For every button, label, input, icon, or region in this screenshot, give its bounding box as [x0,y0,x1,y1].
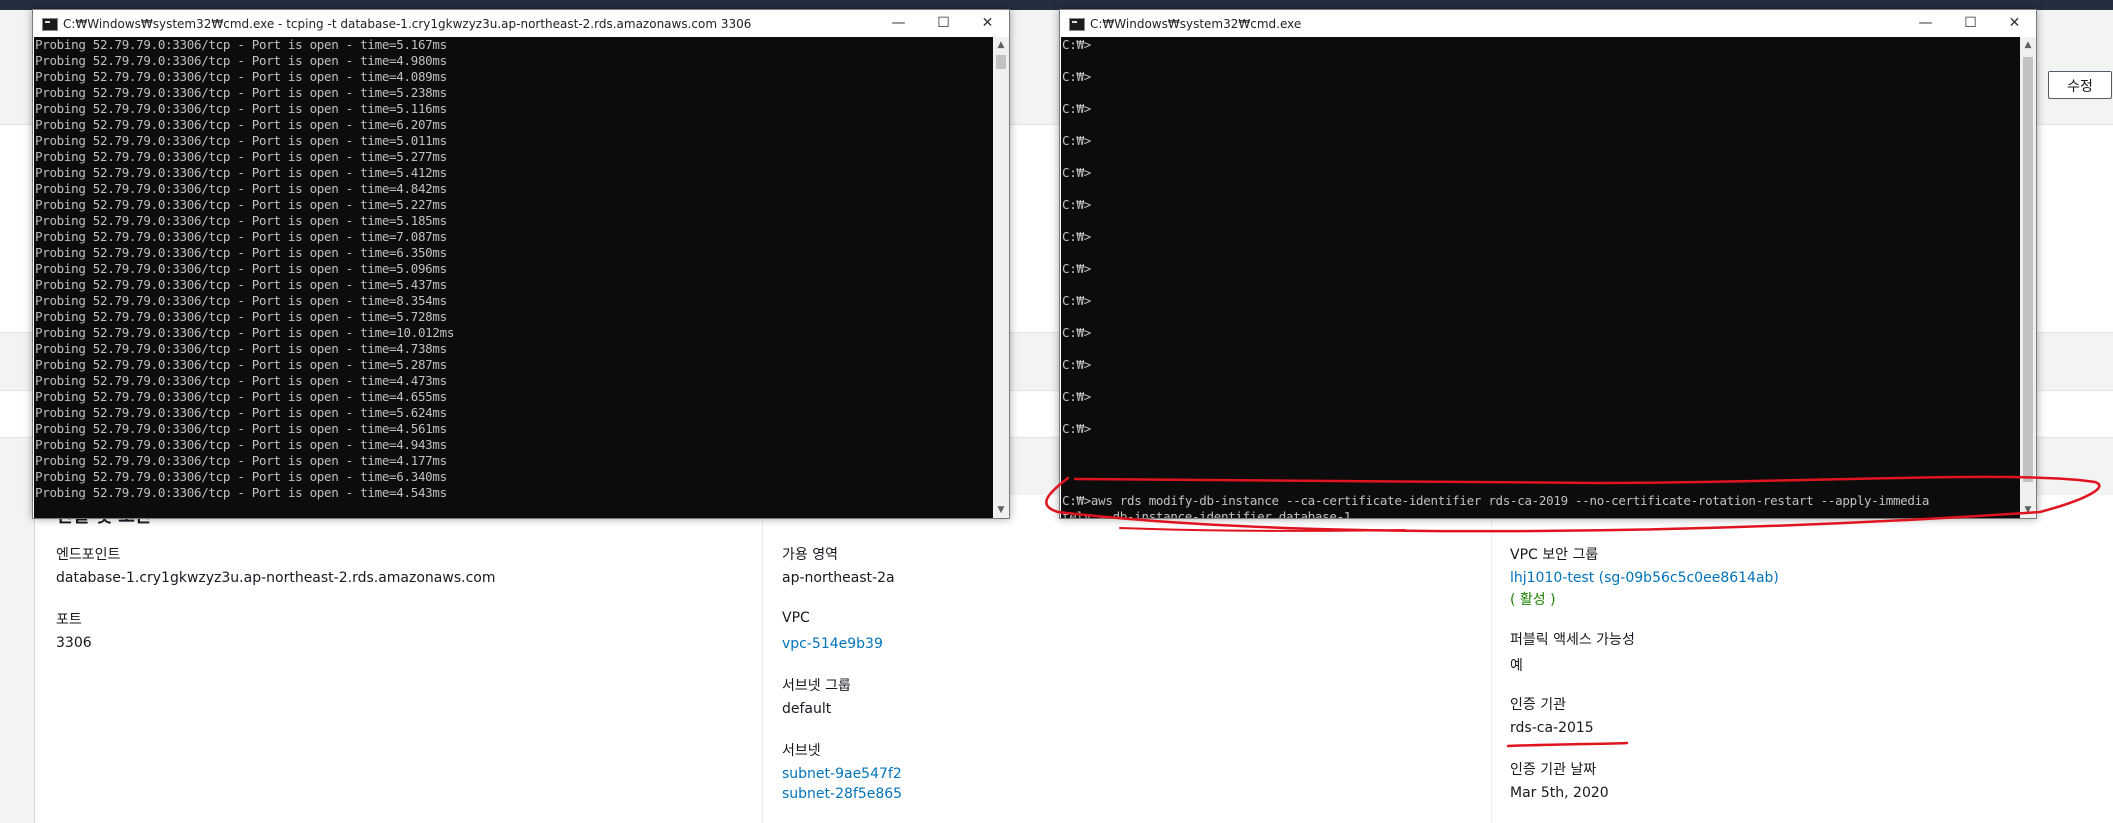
console-line: Probing 52.79.79.0:3306/tcp - Port is op… [35,149,447,164]
console-line: Probing 52.79.79.0:3306/tcp - Port is op… [35,213,447,228]
aws-command-line: C:₩>aws rds modify-db-instance --ca-cert… [1062,493,1930,508]
subnet-link[interactable]: subnet-9ae547f2 [782,766,902,782]
console-line: Probing 52.79.79.0:3306/tcp - Port is op… [35,245,447,260]
title-bar[interactable]: C:₩Windows₩system32₩cmd.exe — ☐ ✕ [1060,10,2036,37]
availability-zone-value: ap-northeast-2a [782,570,895,586]
scroll-down-icon[interactable]: ▼ [2020,502,2036,518]
endpoint-label: 엔드포인트 [56,547,121,563]
close-button[interactable]: ✕ [965,10,1010,37]
console-line: C:₩> [1062,389,1091,404]
subnet-group-label: 서브넷 그룹 [782,678,851,694]
vertical-scrollbar[interactable]: ▲ ▼ [993,37,1009,518]
console-line: Probing 52.79.79.0:3306/tcp - Port is op… [35,293,447,308]
close-button[interactable]: ✕ [1992,10,2037,37]
console-line: C:₩> [1062,101,1091,116]
console-line: Probing 52.79.79.0:3306/tcp - Port is op… [35,309,447,324]
cmd-window-tcping: C:₩Windows₩system32₩cmd.exe - tcping -t … [32,9,1010,519]
scroll-thumb[interactable] [2023,57,2033,482]
console-line: C:₩> [1062,421,1091,436]
console-line: Probing 52.79.79.0:3306/tcp - Port is op… [35,469,447,484]
console-line: Probing 52.79.79.0:3306/tcp - Port is op… [35,437,447,452]
edit-button[interactable]: 수정 [2048,71,2112,99]
console-line: Probing 52.79.79.0:3306/tcp - Port is op… [35,373,447,388]
console-line: Probing 52.79.79.0:3306/tcp - Port is op… [35,101,447,116]
connectivity-security-card [34,495,2113,823]
public-access-value: 예 [1510,658,1523,674]
vpc-link[interactable]: vpc-514e9b39 [782,636,883,652]
console-line: C:₩> [1062,261,1091,276]
maximize-button[interactable]: ☐ [921,10,966,37]
cmd-window-aws-cli: C:₩Windows₩system32₩cmd.exe — ☐ ✕ C:₩> C:… [1059,9,2037,519]
console-line: Probing 52.79.79.0:3306/tcp - Port is op… [35,277,447,292]
console-line: Probing 52.79.79.0:3306/tcp - Port is op… [35,85,447,100]
cmd-icon [42,18,58,31]
console-line: Probing 52.79.79.0:3306/tcp - Port is op… [35,117,447,132]
security-group-link[interactable]: lhj1010-test (sg-09b56c5c0ee8614ab) [1510,570,1779,586]
console-line: Probing 52.79.79.0:3306/tcp - Port is op… [35,133,447,148]
console-line: Probing 52.79.79.0:3306/tcp - Port is op… [35,229,447,244]
console-line: C:₩> [1062,229,1091,244]
scroll-up-icon[interactable]: ▲ [2020,37,2036,53]
console-line: Probing 52.79.79.0:3306/tcp - Port is op… [35,197,447,212]
maximize-button[interactable]: ☐ [1948,10,1993,37]
column-divider [1491,495,1492,823]
console-line: C:₩> [1062,133,1091,148]
availability-zone-label: 가용 영역 [782,547,838,563]
console-line: Probing 52.79.79.0:3306/tcp - Port is op… [35,261,447,276]
console-line: Probing 52.79.79.0:3306/tcp - Port is op… [35,421,447,436]
subnet-link[interactable]: subnet-28f5e865 [782,786,902,802]
scroll-up-icon[interactable]: ▲ [993,37,1009,53]
scroll-down-icon[interactable]: ▼ [993,502,1009,518]
console-line: Probing 52.79.79.0:3306/tcp - Port is op… [35,165,447,180]
public-access-label: 퍼블릭 액세스 가능성 [1510,632,1635,648]
console-line: Probing 52.79.79.0:3306/tcp - Port is op… [35,389,447,404]
column-divider [762,495,763,823]
console-line: C:₩> [1062,325,1091,340]
console-line: Probing 52.79.79.0:3306/tcp - Port is op… [35,37,447,52]
subnets-label: 서브넷 [782,743,821,759]
port-value: 3306 [56,635,92,651]
console-line: C:₩> [1062,197,1091,212]
console-line: C:₩> [1062,165,1091,180]
vpc-label: VPC [782,610,810,626]
console-line: C:₩> [1062,357,1091,372]
certificate-authority-date-label: 인증 기관 날짜 [1510,762,1597,778]
console-line: Probing 52.79.79.0:3306/tcp - Port is op… [35,325,455,340]
window-title: C:₩Windows₩system32₩cmd.exe [1090,17,1302,31]
console-line: Probing 52.79.79.0:3306/tcp - Port is op… [35,485,447,500]
minimize-button[interactable]: — [1903,10,1948,37]
port-label: 포트 [56,612,82,628]
window-title: C:₩Windows₩system32₩cmd.exe - tcping -t … [63,17,752,31]
console-line: C:₩> [1062,293,1091,308]
scroll-thumb[interactable] [996,55,1006,69]
console-line: Probing 52.79.79.0:3306/tcp - Port is op… [35,405,447,420]
console-line: Probing 52.79.79.0:3306/tcp - Port is op… [35,357,447,372]
console-line: Probing 52.79.79.0:3306/tcp - Port is op… [35,53,447,68]
console-line: Probing 52.79.79.0:3306/tcp - Port is op… [35,453,447,468]
aws-command-line: tely --db-instance-identifier database-1 [1062,509,1352,518]
console-line: Probing 52.79.79.0:3306/tcp - Port is op… [35,341,447,356]
console-line: Probing 52.79.79.0:3306/tcp - Port is op… [35,69,447,84]
certificate-authority-value: rds-ca-2015 [1510,720,1594,736]
console-output[interactable]: Probing 52.79.79.0:3306/tcp - Port is op… [34,37,993,518]
certificate-authority-date-value: Mar 5th, 2020 [1510,785,1609,801]
certificate-authority-label: 인증 기관 [1510,697,1566,713]
minimize-button[interactable]: — [876,10,921,37]
vertical-scrollbar[interactable]: ▲ ▼ [2020,37,2036,518]
title-bar[interactable]: C:₩Windows₩system32₩cmd.exe - tcping -t … [33,10,1009,37]
security-group-status: ( 활성 ) [1510,592,1556,608]
cmd-icon [1069,18,1085,31]
console-line: C:₩> [1062,37,1091,52]
vpc-security-group-label: VPC 보안 그룹 [1510,547,1599,563]
console-output[interactable]: C:₩> C:₩> C:₩> C:₩> C:₩> C:₩> C:₩> C:₩> C:₩> C:₩>… [1061,37,2020,518]
console-line: C:₩> [1062,69,1091,84]
console-line: Probing 52.79.79.0:3306/tcp - Port is op… [35,181,447,196]
endpoint-value: database-1.cry1gkwzyz3u.ap-northeast-2.r… [56,570,496,586]
subnet-group-value: default [782,701,832,717]
